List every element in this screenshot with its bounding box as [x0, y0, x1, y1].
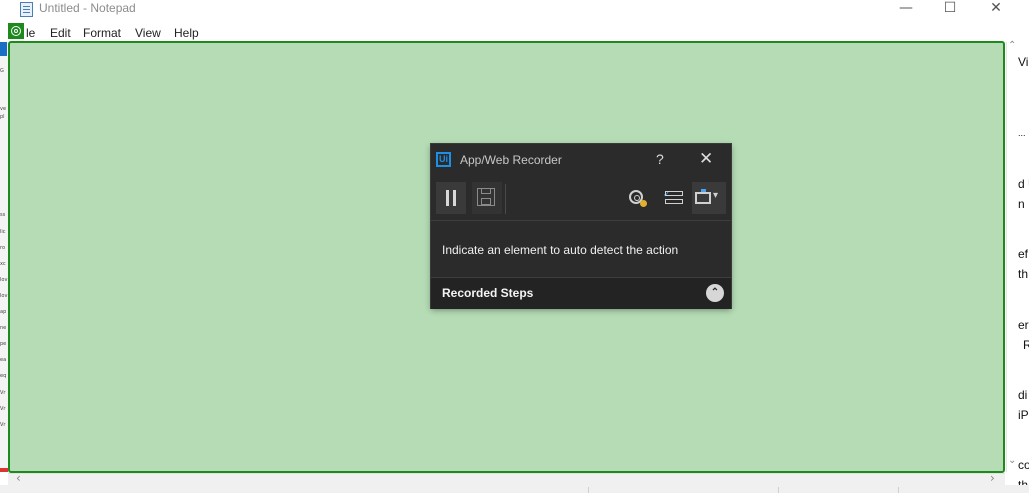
right-fragment: th	[1018, 267, 1029, 281]
left-fragment: ss	[0, 212, 6, 218]
left-fragment: G	[0, 68, 4, 74]
uipath-logo-icon: Ui	[436, 152, 451, 167]
left-fragment: lov	[0, 293, 8, 299]
status-divider	[588, 487, 589, 493]
background-taskbar-accent	[0, 42, 7, 56]
window-title: Untitled - Notepad	[39, 1, 136, 15]
horizontal-scrollbar[interactable]	[8, 473, 1005, 485]
right-fragment: di	[1018, 388, 1028, 402]
left-fragment: ne	[0, 325, 7, 331]
status-dot-icon	[640, 200, 647, 207]
right-fragment: iP	[1018, 408, 1029, 422]
close-window-button[interactable]: ✕	[974, 0, 1018, 18]
menu-bar: le Edit Format View Help	[0, 24, 1029, 42]
minimize-button[interactable]: —	[884, 0, 928, 18]
maximize-button[interactable]: ☐	[928, 0, 972, 18]
left-fragment: Vr	[0, 390, 6, 396]
left-fragment: eq	[0, 373, 7, 379]
notepad-title-bar: Untitled - Notepad — ☐ ✕	[0, 0, 1029, 20]
menu-view[interactable]: View	[135, 26, 161, 40]
background-window-strip-left: G ve pl ss lic ro xc lov lov ap ne pe ea…	[0, 42, 8, 472]
left-fragment: ea	[0, 357, 7, 363]
scroll-right-icon[interactable]: ›	[990, 471, 995, 485]
right-fragment: co	[1018, 458, 1029, 472]
scroll-down-icon[interactable]: ⌄	[1008, 455, 1016, 466]
vertical-scrollbar[interactable]	[1006, 42, 1017, 472]
status-divider	[898, 487, 899, 493]
close-recorder-button[interactable]: ✕	[699, 149, 713, 169]
screenshot-options-button[interactable]: ▾	[692, 182, 726, 214]
left-fragment: ve	[0, 106, 7, 112]
left-fragment: Vr	[0, 406, 6, 412]
menu-edit[interactable]: Edit	[50, 26, 71, 40]
recorder-instruction-message: Indicate an element to auto detect the a…	[442, 243, 679, 257]
recorder-toolbar: ✓ ▾	[431, 178, 731, 221]
screenshot-icon	[695, 189, 711, 204]
collapse-steps-button[interactable]: ⌃	[706, 284, 724, 302]
recorded-steps-section[interactable]: Recorded Steps ⌃	[431, 277, 731, 309]
right-fragment: er	[1018, 318, 1029, 332]
menu-format[interactable]: Format	[83, 26, 121, 40]
recorded-steps-label: Recorded Steps	[442, 286, 534, 300]
right-fragment: Vi	[1018, 55, 1029, 69]
right-fragment: ...	[1018, 128, 1026, 138]
save-icon	[477, 188, 495, 206]
steps-list-button[interactable]: ✓	[663, 188, 685, 210]
left-fragment: ro	[0, 245, 6, 251]
right-fragment: d U	[1018, 177, 1029, 191]
left-fragment: ap	[0, 309, 7, 315]
recorder-title: App/Web Recorder	[460, 153, 562, 167]
status-divider	[778, 487, 779, 493]
menu-file[interactable]: le	[26, 26, 35, 40]
dropdown-arrow-icon: ▾	[713, 190, 719, 201]
list-icon	[665, 199, 683, 204]
right-fragment: R	[1023, 338, 1029, 352]
save-button[interactable]	[472, 182, 502, 214]
app-web-recorder-dialog: Ui App/Web Recorder ? ✕ ✓ ▾ Indicate an …	[431, 144, 731, 309]
right-fragment: ef	[1018, 247, 1029, 261]
left-fragment: lov	[0, 277, 8, 283]
help-button[interactable]: ?	[656, 151, 664, 167]
scroll-up-icon[interactable]: ⌃	[1008, 40, 1016, 51]
notepad-icon	[20, 2, 33, 17]
left-fragment: Vr	[0, 422, 6, 428]
left-fragment: pe	[0, 341, 7, 347]
status-bar	[0, 485, 1029, 493]
list-icon	[665, 191, 683, 196]
pause-button[interactable]	[436, 182, 466, 214]
scroll-left-icon[interactable]: ‹	[16, 471, 21, 485]
indicate-target-button[interactable]	[627, 188, 649, 210]
target-icon	[8, 23, 24, 39]
right-fragment: n	[1018, 197, 1025, 211]
left-fragment: xc	[0, 261, 6, 267]
toolbar-divider	[505, 184, 506, 214]
left-fragment: pl	[0, 114, 5, 120]
left-fragment: lic	[0, 229, 6, 235]
menu-help[interactable]: Help	[174, 26, 199, 40]
background-red-marker	[0, 468, 8, 472]
